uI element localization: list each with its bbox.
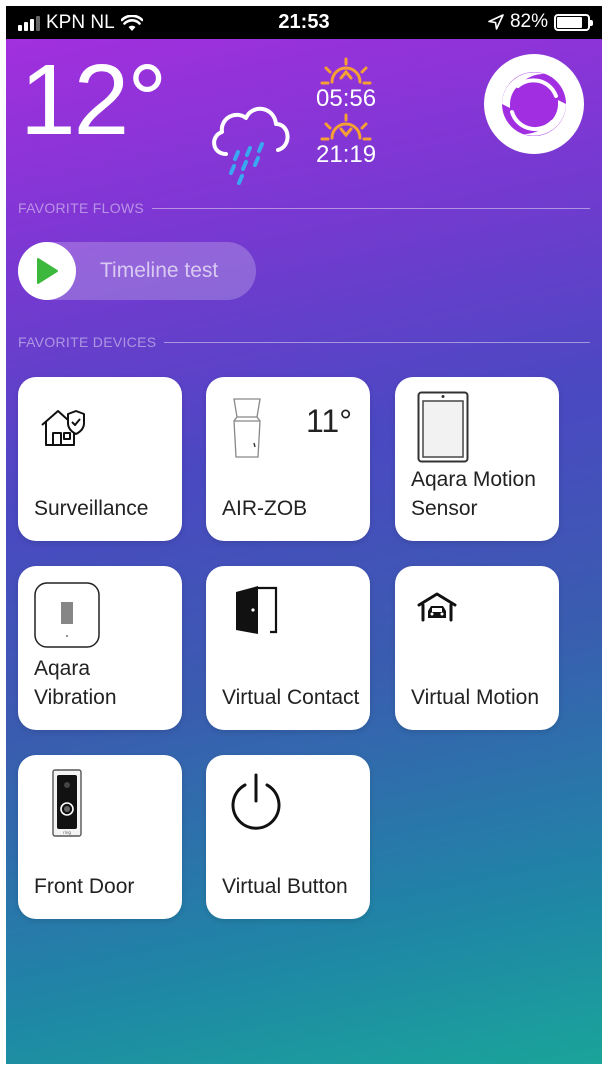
garage-car-icon (417, 592, 457, 622)
device-label: Aqara Motion Sensor (411, 468, 536, 520)
device-tile-virtual-motion[interactable]: Virtual Motion (395, 566, 559, 730)
rain-cloud-icon (212, 107, 290, 185)
sunset-time: 21:19 (316, 141, 377, 168)
device-label: Virtual Button (222, 875, 348, 898)
favorite-flows-header: FAVORITE FLOWS (18, 198, 590, 218)
device-tile-virtual-button[interactable]: Virtual Button (206, 755, 370, 919)
doorbell-icon: ring (52, 769, 82, 837)
device-label: Front Door (34, 875, 135, 898)
sun-times: 05:56 21:19 (312, 56, 392, 168)
temperature: 12° (20, 44, 167, 156)
status-bar: KPN NL 21:53 82% (6, 6, 602, 39)
device-label: Surveillance (34, 497, 149, 520)
air-sensor-icon (233, 398, 261, 458)
homey-logo-icon (484, 54, 584, 154)
divider (152, 207, 590, 209)
device-tile-aqara-vibration[interactable]: Aqara Vibration (18, 566, 182, 730)
sunrise-time: 05:56 (316, 85, 377, 112)
device-label: Virtual Contact (222, 686, 360, 709)
device-label: Virtual Motion (411, 686, 540, 709)
device-tile-surveillance[interactable]: Surveillance (18, 377, 182, 541)
device-tile-aqara-motion-sensor[interactable]: Aqara Motion Sensor (395, 377, 559, 541)
device-label: Aqara Vibration (34, 657, 117, 709)
device-tile-front-door[interactable]: ring Front Door (18, 755, 182, 919)
play-icon (37, 258, 58, 284)
battery-percent: 82% (509, 11, 548, 32)
favorite-devices-header: FAVORITE DEVICES (18, 332, 590, 352)
divider (164, 341, 590, 343)
device-value: 11° (305, 403, 352, 439)
power-icon (231, 773, 281, 830)
location-arrow-icon (488, 14, 504, 30)
battery-icon (554, 13, 593, 31)
device-tile-virtual-contact[interactable]: Virtual Contact (206, 566, 370, 730)
sunset-icon (320, 113, 372, 141)
vibration-sensor-icon (34, 582, 100, 648)
favorite-devices-title: FAVORITE DEVICES (18, 334, 157, 350)
sunrise-icon (320, 57, 372, 85)
house-shield-icon (41, 410, 85, 446)
device-tile-air-zob[interactable]: 11° AIR-ZOB (206, 377, 370, 541)
motion-sensor-icon (417, 391, 469, 463)
door-contact-icon (236, 586, 278, 634)
device-label: AIR-ZOB (222, 497, 308, 520)
app-screen: KPN NL 21:53 82% 12° 05:56 21:19 FAVORIT… (6, 6, 602, 1064)
flow-timeline-test[interactable]: Timeline test (18, 242, 256, 300)
favorite-flows-title: FAVORITE FLOWS (18, 200, 145, 216)
status-right: 82% (488, 11, 593, 33)
battery-fill (557, 16, 582, 28)
play-button[interactable] (18, 242, 76, 300)
flow-label: Timeline test (100, 259, 219, 282)
svg-text:ring: ring (63, 830, 71, 835)
